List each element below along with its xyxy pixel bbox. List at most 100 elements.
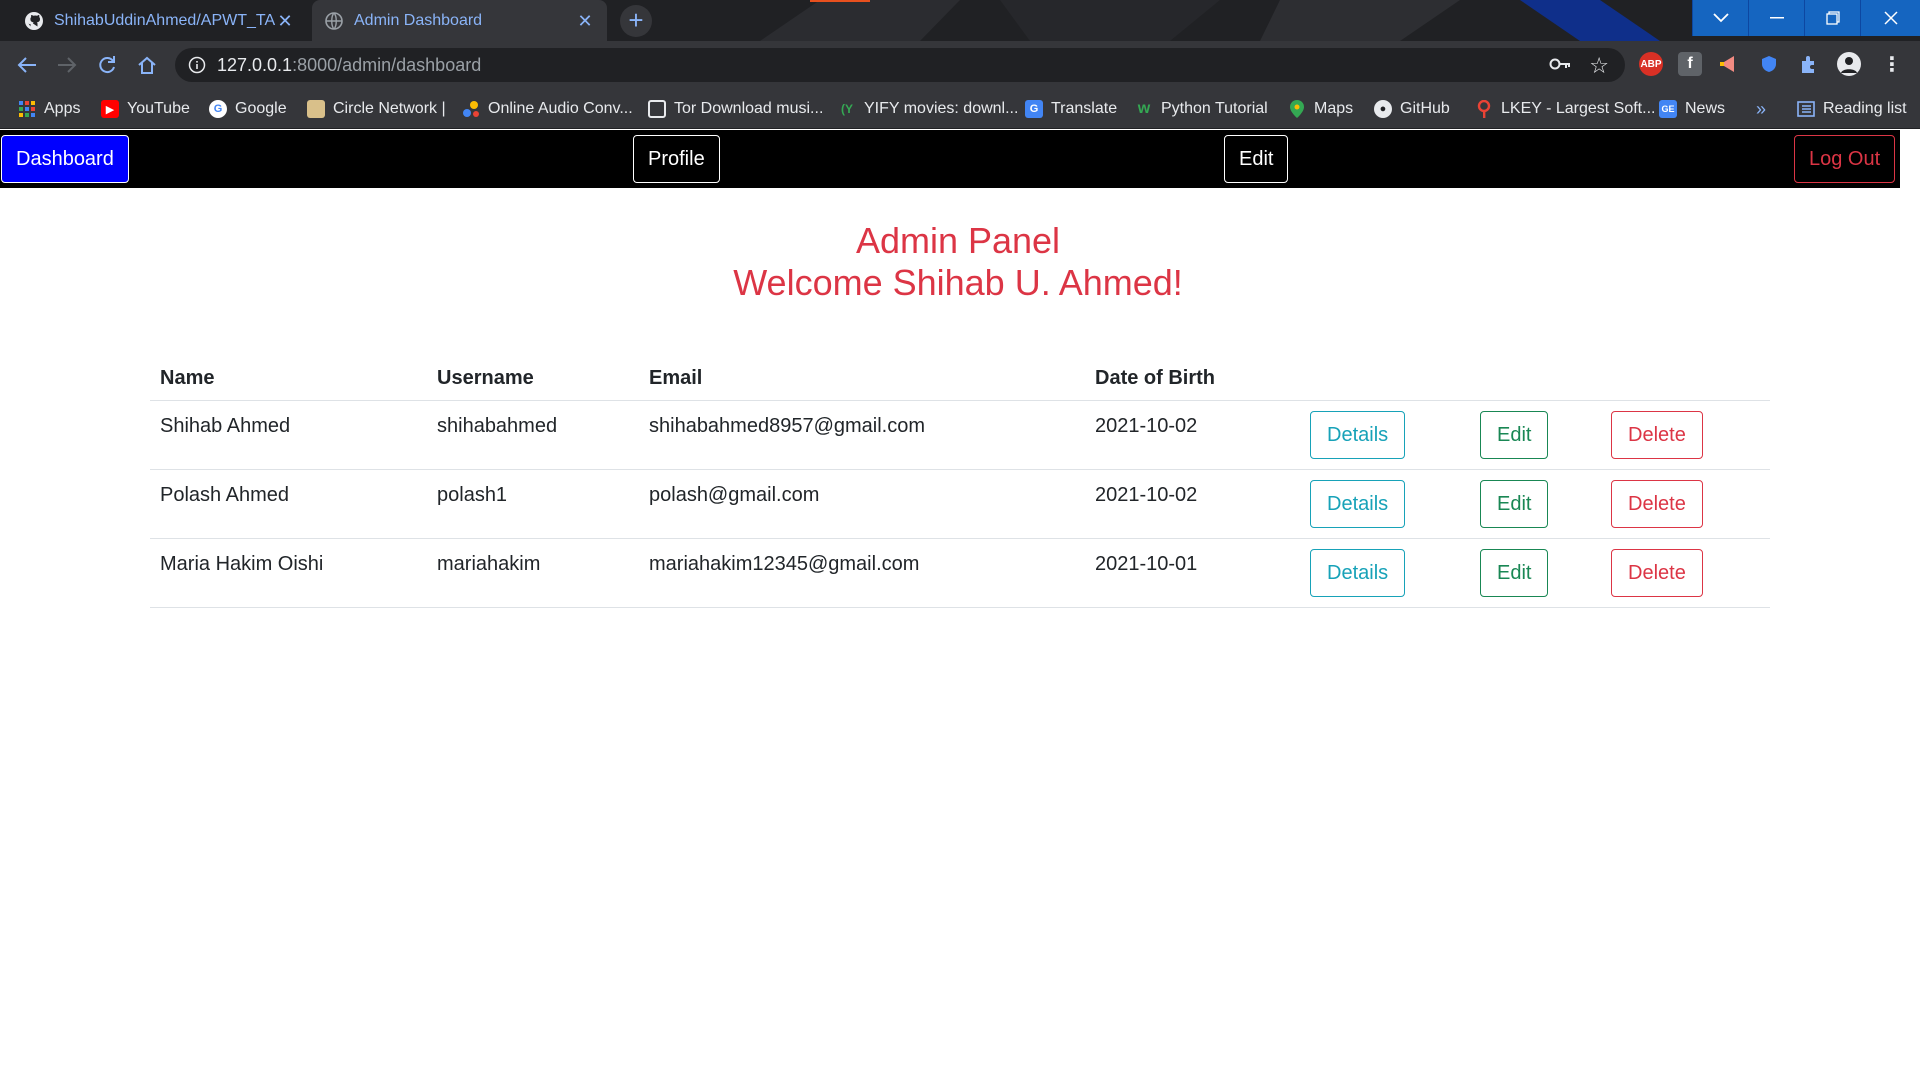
bookmarks-bar: Apps ▶ YouTube G Google Circle Network |…	[0, 89, 1920, 129]
facebook-extension-icon[interactable]: f	[1678, 52, 1702, 76]
column-header-edit	[1470, 330, 1601, 401]
bookmark-label: Tor Download musi...	[674, 100, 824, 117]
profile-button[interactable]: Profile	[633, 135, 720, 183]
delete-user-button[interactable]: Delete	[1611, 548, 1703, 597]
table-row: Shihab Ahmed shihabahmed shihabahmed8957…	[150, 400, 1770, 470]
table-row: Polash Ahmed polash1 polash@gmail.com 20…	[150, 469, 1770, 539]
new-tab-button[interactable]: +	[620, 5, 652, 37]
home-button[interactable]	[133, 51, 161, 79]
shield-extension-icon[interactable]	[1757, 52, 1781, 76]
page-title: Admin Panel	[855, 220, 1061, 261]
users-table: Name Username Email Date of Birth Shihab…	[150, 330, 1770, 608]
yify-icon: (Y	[841, 102, 853, 116]
bookmark-python-tutorial[interactable]: w Python Tutorial	[1135, 98, 1268, 120]
cell-details: Details	[1300, 469, 1470, 539]
more-bookmarks-button[interactable]: »	[1756, 98, 1766, 120]
cell-edit: Edit	[1470, 469, 1601, 539]
tab-admin-dashboard[interactable]: Admin Dashboard ✕	[312, 0, 607, 41]
tab-title: Admin Dashboard	[354, 11, 483, 29]
profile-avatar[interactable]	[1837, 52, 1861, 76]
adblock-extension-icon[interactable]: ABP	[1639, 52, 1663, 76]
bookmark-yify[interactable]: (Y YIFY movies: downl...	[838, 98, 1018, 120]
bookmark-label: Apps	[44, 100, 81, 117]
column-header-username: Username	[427, 330, 639, 401]
lkey-icon	[1475, 100, 1493, 118]
cell-edit: Edit	[1470, 538, 1601, 608]
bookmark-label: GitHub	[1400, 100, 1450, 117]
bookmark-apps[interactable]: Apps	[18, 98, 80, 120]
megaphone-extension-icon[interactable]	[1717, 52, 1741, 76]
restore-button[interactable]	[1804, 0, 1860, 36]
reload-button[interactable]	[93, 51, 121, 79]
back-button[interactable]	[13, 51, 41, 79]
cell-dob: 2021-10-02	[1085, 469, 1300, 539]
bookmark-github[interactable]: ● GitHub	[1374, 98, 1450, 120]
delete-user-button[interactable]: Delete	[1611, 410, 1703, 459]
minimize-button[interactable]	[1748, 0, 1804, 36]
tab-title: ShihabUddinAhmed/APWT_TASK	[54, 11, 275, 29]
cell-username: mariahakim	[427, 538, 639, 608]
apps-grid-icon	[18, 100, 36, 118]
bookmark-label: Python Tutorial	[1161, 100, 1268, 117]
logout-button[interactable]: Log Out	[1794, 135, 1896, 183]
tab-search-button[interactable]	[1692, 0, 1748, 36]
extensions-puzzle-icon[interactable]	[1797, 52, 1821, 76]
bookmark-translate[interactable]: G Translate	[1025, 98, 1117, 120]
browser-menu-icon[interactable]: ⋮	[1880, 52, 1904, 76]
table-row: Maria Hakim Oishi mariahakim mariahakim1…	[150, 538, 1770, 608]
password-key-icon[interactable]	[1549, 55, 1571, 78]
avatar-icon	[1841, 57, 1857, 73]
minimize-icon	[1769, 17, 1784, 19]
cell-delete: Delete	[1601, 469, 1770, 539]
edit-user-button[interactable]: Edit	[1480, 410, 1549, 459]
site-info-icon[interactable]	[188, 56, 206, 79]
bookmark-label: LKEY - Largest Soft...	[1501, 100, 1656, 117]
dashboard-button[interactable]: Dashboard	[1, 135, 129, 183]
maps-pin-icon	[1288, 100, 1306, 118]
cell-dob: 2021-10-02	[1085, 400, 1300, 470]
reading-list-button[interactable]: Reading list	[1797, 98, 1907, 120]
address-bar[interactable]: 127.0.0.1:8000/admin/dashboard ☆	[175, 48, 1625, 82]
bookmark-label: Google	[235, 100, 287, 117]
address-url[interactable]: 127.0.0.1:8000/admin/dashboard	[217, 55, 481, 76]
close-window-button[interactable]	[1860, 0, 1920, 36]
url-host: 127.0.0.1	[217, 55, 293, 75]
bookmark-star-icon[interactable]: ☆	[1589, 53, 1609, 79]
bookmark-news[interactable]: GE News	[1659, 98, 1725, 120]
details-button[interactable]: Details	[1310, 548, 1406, 597]
page-scrollbar-area[interactable]	[1900, 130, 1920, 1080]
bookmark-google[interactable]: G Google	[209, 98, 287, 120]
table-header: Name Username Email Date of Birth	[150, 330, 1770, 401]
arrow-left-icon	[17, 57, 36, 73]
bookmark-maps[interactable]: Maps	[1288, 98, 1353, 120]
edit-user-button[interactable]: Edit	[1480, 479, 1549, 528]
column-header-delete	[1601, 330, 1770, 401]
bookmark-label: Maps	[1314, 100, 1354, 117]
table-body: Shihab Ahmed shihabahmed shihabahmed8957…	[150, 400, 1770, 608]
globe-icon	[324, 11, 344, 31]
url-path: :8000/admin/dashboard	[292, 55, 482, 75]
edit-user-button[interactable]: Edit	[1480, 548, 1549, 597]
details-button[interactable]: Details	[1310, 410, 1406, 459]
bookmark-online-audio-converter[interactable]: Online Audio Conv...	[462, 98, 633, 120]
bookmark-youtube[interactable]: ▶ YouTube	[101, 98, 190, 120]
reading-list-icon	[1797, 100, 1815, 118]
cell-name: Shihab Ahmed	[150, 400, 427, 470]
forward-button[interactable]	[53, 51, 81, 79]
audio-converter-icon	[462, 100, 480, 118]
cell-details: Details	[1300, 400, 1470, 470]
bookmark-tor-download[interactable]: Tor Download musi...	[648, 98, 823, 120]
cell-name: Maria Hakim Oishi	[150, 538, 427, 608]
bookmark-lkey[interactable]: LKEY - Largest Soft...	[1475, 98, 1655, 120]
column-header-name: Name	[150, 330, 427, 401]
edit-profile-button[interactable]: Edit	[1224, 135, 1289, 183]
close-tab-icon[interactable]: ✕	[575, 11, 595, 31]
tab-github-repo[interactable]: ShihabUddinAhmed/APWT_TASK ✕	[12, 0, 307, 41]
cell-details: Details	[1300, 538, 1470, 608]
details-button[interactable]: Details	[1310, 479, 1406, 528]
bookmark-circle-network[interactable]: Circle Network |	[307, 98, 446, 120]
window-background-decoration	[760, 0, 1660, 41]
close-tab-icon[interactable]: ✕	[275, 11, 295, 31]
delete-user-button[interactable]: Delete	[1611, 479, 1703, 528]
chevron-down-icon	[1712, 13, 1729, 23]
